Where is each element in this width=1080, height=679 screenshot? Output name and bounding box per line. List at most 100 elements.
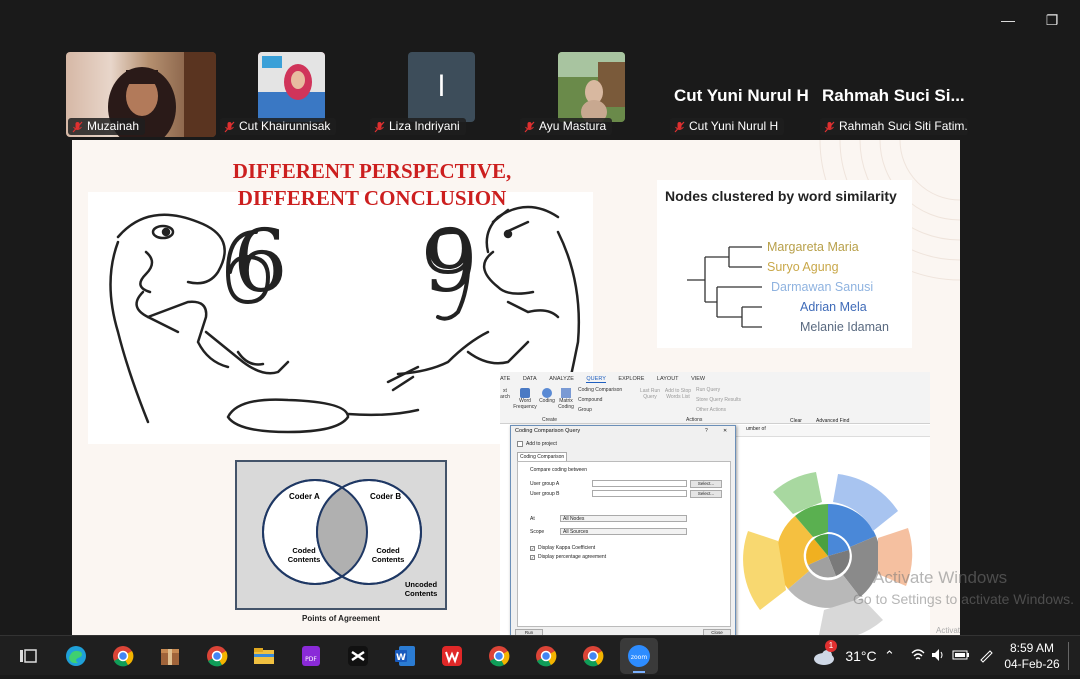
matrix-coding-label: Matrix Coding bbox=[558, 398, 574, 410]
word-frequency-button[interactable]: Word Frequency bbox=[513, 388, 537, 410]
wifi-icon[interactable] bbox=[910, 647, 926, 666]
chevron-up-icon[interactable]: ⌃ bbox=[884, 648, 895, 664]
tab-query[interactable]: QUERY bbox=[586, 376, 606, 383]
dendrogram-title: Nodes clustered by word similarity bbox=[665, 188, 897, 204]
muted-mic-icon bbox=[524, 121, 535, 133]
muted-mic-icon bbox=[72, 121, 83, 133]
participant-tile-liza-indriyani[interactable]: l Liza Indriyani bbox=[368, 52, 518, 137]
user-group-b-field[interactable] bbox=[592, 490, 687, 497]
zoom-taskbar-button[interactable]: zoom bbox=[620, 638, 658, 674]
add-to-stop-words-button[interactable]: Add to Stop Words List bbox=[664, 388, 692, 400]
help-icon[interactable]: ? bbox=[705, 428, 708, 434]
matrix-coding-button[interactable]: Matrix Coding bbox=[557, 388, 575, 410]
tab-explore[interactable]: EXPLORE bbox=[618, 376, 644, 382]
edge-icon[interactable] bbox=[64, 644, 88, 668]
activate-windows-subtitle: Go to Settings to activate Windows. bbox=[853, 591, 1074, 607]
select-user-group-a-button[interactable]: Select... bbox=[690, 480, 722, 488]
coding-button[interactable]: Coding bbox=[539, 388, 555, 404]
participant-tile-cut-yuni[interactable]: Cut Yuni Nurul H Cut Yuni Nurul H bbox=[668, 52, 818, 137]
text-search-button[interactable]: xt arch bbox=[500, 388, 510, 400]
muted-mic-icon bbox=[224, 121, 235, 133]
dendrogram-leaf: Margareta Maria bbox=[767, 240, 859, 254]
tab-analyze[interactable]: ANALYZE bbox=[549, 376, 574, 382]
participant-name: Muzainah bbox=[87, 119, 140, 133]
chrome-icon[interactable] bbox=[205, 644, 229, 668]
participant-tile-ayu-mastura[interactable]: Ayu Mastura bbox=[518, 52, 668, 137]
activate-windows-partial: Activate Windo bbox=[936, 626, 960, 635]
dendrogram-tree bbox=[687, 246, 762, 328]
dendrogram-panel: Nodes clustered by word similarity Marga… bbox=[657, 180, 912, 348]
advanced-find-link[interactable]: Advanced Find bbox=[816, 418, 849, 424]
pen-icon[interactable] bbox=[978, 647, 994, 666]
nvivo-ribbon: ATE DATA ANALYZE QUERY EXPLORE LAYOUT VI… bbox=[500, 372, 930, 424]
tab-coding-comparison[interactable]: Coding Comparison bbox=[517, 452, 567, 461]
wps-icon[interactable] bbox=[440, 644, 464, 668]
participant-name: Rahmah Suci Siti Fatim... bbox=[839, 119, 968, 133]
zoom-icon: zoom bbox=[628, 645, 650, 673]
actions-group-label: Actions bbox=[686, 417, 703, 423]
person-image bbox=[558, 52, 625, 122]
store-query-results-button[interactable]: Store Query Results bbox=[696, 397, 741, 403]
package-icon[interactable] bbox=[158, 644, 182, 668]
chrome-icon[interactable] bbox=[581, 644, 605, 668]
dendrogram-leaf: Melanie Idaman bbox=[800, 320, 889, 334]
word-frequency-icon bbox=[520, 388, 530, 398]
muted-mic-icon bbox=[824, 121, 835, 133]
tab-data[interactable]: DATA bbox=[523, 376, 537, 382]
compound-button[interactable]: Compound bbox=[578, 397, 602, 403]
tab-view[interactable]: VIEW bbox=[691, 376, 705, 382]
clock[interactable]: 8:59 AM 04-Feb-26 bbox=[1004, 640, 1060, 672]
shared-slide: 6 9 DIFFERENT PERSPECTIVE, DIFFERENT CON… bbox=[72, 140, 960, 637]
tab-create[interactable]: ATE bbox=[500, 376, 510, 382]
compare-coding-label: Compare coding between bbox=[530, 467, 587, 473]
meeting-top-bar: — ❐ bbox=[0, 0, 1080, 40]
show-desktop-button[interactable] bbox=[1068, 642, 1069, 670]
display-percentage-checkbox[interactable]: ✓ bbox=[530, 555, 535, 560]
at-select[interactable]: All Nodes bbox=[560, 515, 687, 522]
tab-layout[interactable]: LAYOUT bbox=[657, 376, 679, 382]
participant-avatar: l bbox=[408, 52, 475, 122]
sunburst-chart bbox=[743, 472, 913, 637]
participant-name-tag: Liza Indriyani bbox=[370, 118, 466, 135]
user-group-a-field[interactable] bbox=[592, 480, 687, 487]
participant-tile-cut-khairunnisak[interactable]: Cut Khairunnisak bbox=[218, 52, 368, 137]
chrome-icon[interactable] bbox=[534, 644, 558, 668]
clear-link[interactable]: Clear bbox=[790, 418, 802, 424]
chrome-icon[interactable] bbox=[487, 644, 511, 668]
add-to-project-checkbox[interactable] bbox=[517, 441, 523, 447]
select-user-group-b-button[interactable]: Select... bbox=[690, 490, 722, 498]
group-button[interactable]: Group bbox=[578, 407, 592, 413]
capcut-icon[interactable] bbox=[346, 644, 370, 668]
restore-icon[interactable]: ❐ bbox=[1044, 12, 1060, 28]
slide-title-line2: DIFFERENT CONCLUSION bbox=[237, 186, 507, 210]
chrome-icon[interactable] bbox=[111, 644, 135, 668]
participant-video bbox=[258, 52, 325, 122]
minimize-icon[interactable]: — bbox=[1000, 12, 1016, 28]
participant-name: Cut Khairunnisak bbox=[239, 119, 331, 133]
coding-comparison-button[interactable]: Coding Comparison bbox=[578, 387, 622, 393]
last-run-query-button[interactable]: Last Run Query bbox=[640, 388, 660, 400]
participant-tile-muzainah[interactable]: Muzainah bbox=[66, 52, 216, 137]
word-icon[interactable]: W bbox=[393, 644, 417, 668]
volume-icon[interactable] bbox=[930, 647, 946, 666]
weather-widget[interactable]: 1 31°C bbox=[812, 640, 877, 666]
run-query-button[interactable]: Run Query bbox=[696, 387, 720, 393]
participant-tile-rahmah[interactable]: Rahmah Suci Si... Rahmah Suci Siti Fatim… bbox=[818, 52, 968, 137]
close-icon[interactable]: ✕ bbox=[723, 428, 727, 434]
word-frequency-label: Word Frequency bbox=[513, 398, 537, 410]
battery-icon[interactable] bbox=[952, 647, 970, 666]
find-bar: umber of Clear Advanced Find bbox=[736, 418, 930, 437]
muted-mic-icon bbox=[374, 121, 385, 133]
task-view-icon[interactable] bbox=[16, 644, 40, 668]
file-explorer-icon[interactable] bbox=[252, 644, 276, 668]
participant-name-tag: Cut Yuni Nurul H bbox=[670, 118, 785, 135]
activate-windows-title: Activate Windows bbox=[873, 568, 1008, 587]
participant-display-name: Cut Yuni Nurul H bbox=[674, 86, 809, 105]
participant-name-tag: Rahmah Suci Siti Fatim... bbox=[820, 118, 968, 135]
scope-select[interactable]: All Sources bbox=[560, 528, 687, 535]
pdf-icon[interactable]: PDF bbox=[299, 644, 323, 668]
other-actions-button[interactable]: Other Actions bbox=[696, 407, 726, 413]
display-kappa-checkbox[interactable]: ✓ bbox=[530, 546, 535, 551]
dendrogram-leaf: Darmawan Sanusi bbox=[771, 280, 874, 294]
dendrogram-leaf: Suryo Agung bbox=[767, 260, 839, 274]
